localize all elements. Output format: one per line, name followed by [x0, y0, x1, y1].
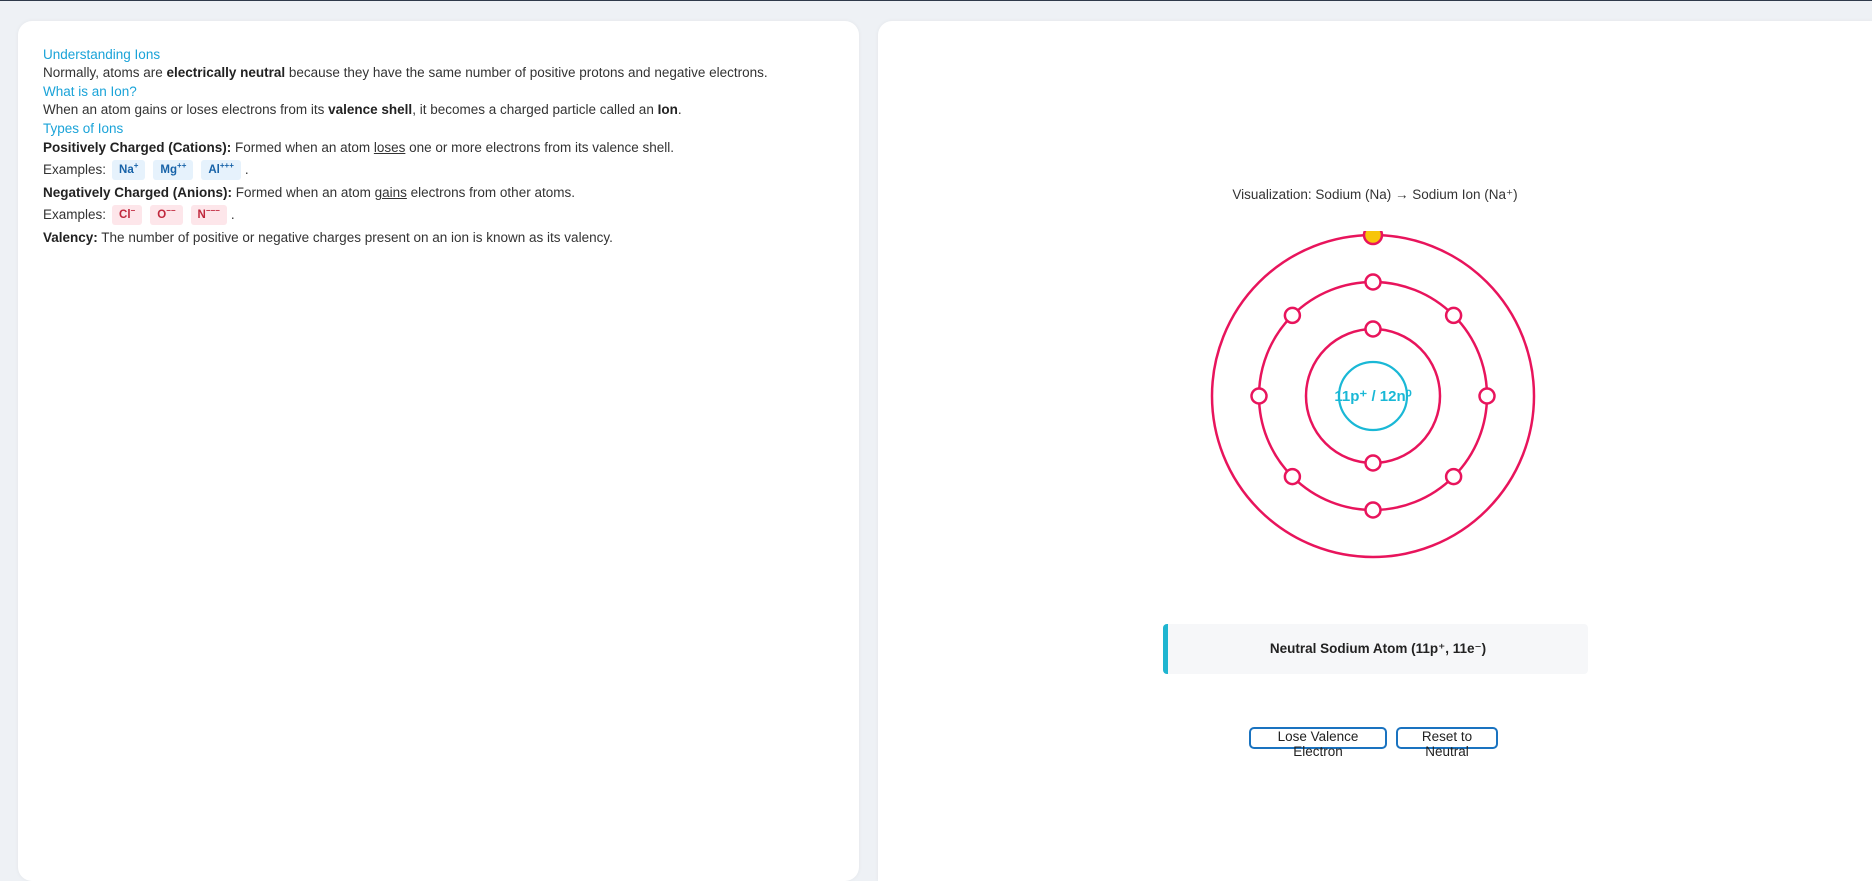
intro-paragraph: Normally, atoms are electrically neutral… [43, 64, 843, 82]
electron [1478, 387, 1496, 405]
cation-text-a: Formed when an atom [231, 140, 374, 155]
electron [1364, 273, 1382, 291]
cation-examples: Examples: Na+ Mg++ Al+++ . [43, 159, 843, 181]
ion-def-text-c: , it becomes a charged particle called a… [412, 102, 658, 117]
anion-text-b: electrons from other atoms. [406, 185, 575, 200]
ion-def-bold-valence: valence shell [328, 102, 413, 117]
cation-examples-label: Examples: [43, 162, 107, 177]
chip-symbol: N [197, 209, 206, 221]
electrons [1250, 231, 1496, 519]
heading-what-is-ion: What is an Ion? [43, 84, 137, 99]
electron [1444, 306, 1463, 325]
ion-def-text-e: . [677, 102, 682, 117]
cation-examples-period: . [244, 162, 249, 177]
chip-charge: ++ [177, 161, 187, 171]
ion-def-bold-ion: Ion [657, 102, 678, 117]
chip-symbol: Na [119, 164, 134, 176]
electron [1364, 501, 1382, 519]
window-top-border [0, 0, 1872, 1]
visualization-panel: Visualization: Sodium (Na) → Sodium Ion … [878, 21, 1872, 881]
anion-examples-label: Examples: [43, 207, 107, 222]
anion-description: Negatively Charged (Anions): Formed when… [43, 184, 843, 202]
chip-charge: − [130, 206, 136, 216]
chip-symbol: O [157, 209, 167, 221]
heading-understanding-ions: Understanding Ions [43, 47, 161, 62]
explanation-panel: Understanding Ions Normally, atoms are e… [18, 21, 859, 881]
atom-status: Neutral Sodium Atom (11p⁺, 11e⁻) [1163, 624, 1588, 674]
electron [1444, 467, 1463, 486]
visualization-title: Visualization: Sodium (Na) → Sodium Ion … [1232, 187, 1518, 202]
valency-label: Valency: [43, 230, 98, 245]
reset-to-neutral-button[interactable]: Reset to Neutral [1396, 727, 1498, 759]
anion-examples: Examples: Cl− O−− N−−− . [43, 204, 843, 226]
electron [1283, 467, 1302, 486]
chip-symbol: Cl [119, 209, 131, 221]
anion-text-a: Formed when an atom [232, 185, 375, 200]
valency-text: The number of positive or negative charg… [97, 230, 613, 245]
electron [1250, 387, 1268, 405]
lose-valence-electron-button[interactable]: Lose Valence Electron [1249, 727, 1387, 759]
anion-gains: gains [374, 185, 407, 200]
cation-text-b: one or more electrons from its valence s… [405, 140, 675, 155]
anion-chip: Cl− [112, 205, 143, 225]
cation-loses: loses [373, 140, 406, 155]
ion-definition-paragraph: When an atom gains or loses electrons fr… [43, 101, 843, 119]
cation-chip: Al+++ [201, 160, 241, 180]
chip-symbol: Mg [160, 164, 178, 176]
cation-chip: Mg++ [153, 160, 194, 180]
ion-def-text-a: When an atom gains or loses electrons fr… [43, 102, 329, 117]
chip-charge: +++ [219, 161, 234, 171]
anion-label: Negatively Charged (Anions): [43, 185, 233, 200]
valency-description: Valency: The number of positive or negat… [43, 229, 843, 247]
cation-label: Positively Charged (Cations): [43, 140, 232, 155]
intro-text-a: Normally, atoms are [43, 65, 167, 80]
anion-chip: O−− [150, 205, 183, 225]
chip-charge: −−− [205, 206, 220, 216]
electron [1283, 306, 1302, 325]
nucleus-label: 11p⁺ / 12n⁰ [1334, 388, 1411, 405]
heading-types-of-ions: Types of Ions [43, 121, 124, 136]
intro-bold: electrically neutral [166, 65, 286, 80]
chip-charge: + [133, 161, 139, 171]
cation-description: Positively Charged (Cations): Formed whe… [43, 139, 843, 157]
atom-diagram: 11p⁺ / 12n⁰ [1210, 231, 1536, 559]
chip-charge: −− [166, 206, 176, 216]
explanation-content: Understanding Ions Normally, atoms are e… [43, 46, 843, 247]
anion-examples-period: . [230, 207, 235, 222]
anion-chip: N−−− [190, 205, 227, 225]
electron [1364, 454, 1382, 472]
intro-text-c: because they have the same number of pos… [285, 65, 768, 80]
chip-symbol: Al [208, 164, 220, 176]
electron [1364, 320, 1382, 338]
cation-chip: Na+ [112, 160, 146, 180]
valence-electron [1362, 231, 1384, 246]
